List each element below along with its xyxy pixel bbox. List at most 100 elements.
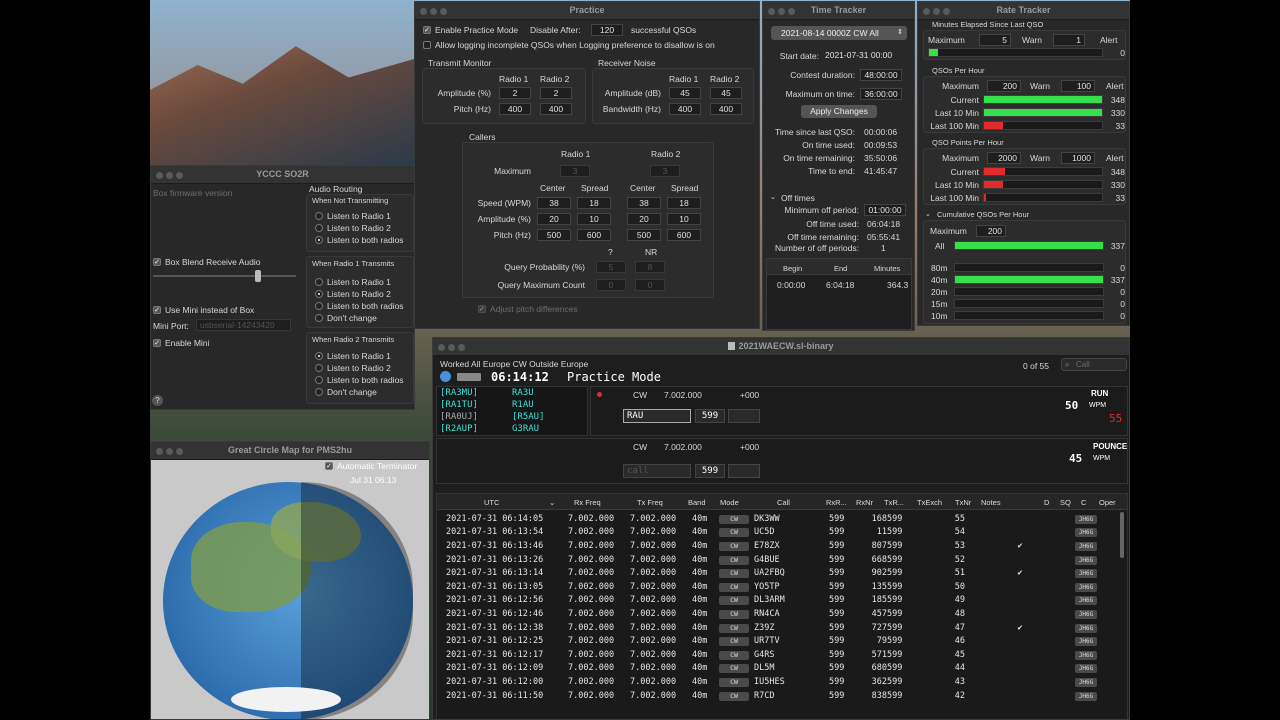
col-header[interactable]: TxR... (884, 498, 904, 507)
min-off-input[interactable]: 01:00:00 (864, 204, 906, 216)
radio-option[interactable] (315, 212, 323, 220)
table-row[interactable]: 2021-07-31 06:13:05 7.002.000 7.002.000 40m… (446, 580, 1099, 594)
allow-incomplete-checkbox[interactable] (423, 41, 431, 49)
pounce-call-input[interactable]: call (623, 464, 691, 478)
rx-bw-r1[interactable]: 400 (669, 103, 701, 115)
practice-titlebar[interactable]: Practice (415, 2, 759, 20)
table-row[interactable]: 2021-07-31 06:12:56 7.002.000 7.002.000 40m… (446, 594, 1099, 608)
query-max-nr[interactable]: 0 (635, 279, 665, 291)
oper-button[interactable]: JH6G (1075, 541, 1097, 551)
tx-pitch-r2[interactable]: 400 (540, 103, 572, 115)
log-scrollbar[interactable] (1120, 512, 1124, 558)
speed-center-r1[interactable]: 38 (537, 197, 571, 209)
table-row[interactable]: 2021-07-31 06:12:38 7.002.000 7.002.000 40m… (446, 621, 1099, 635)
pitch-spread-r1[interactable]: 600 (577, 229, 611, 241)
oper-button[interactable]: JH6G (1075, 514, 1097, 524)
oper-button[interactable]: JH6G (1075, 609, 1097, 619)
pounce-rst-input[interactable]: 599 (695, 464, 725, 478)
speed-center-r2[interactable]: 38 (627, 197, 661, 209)
oper-button[interactable]: JH6G (1075, 596, 1097, 606)
mode-popup-button[interactable]: CW (719, 664, 749, 674)
query-prob-q[interactable]: 5 (596, 261, 626, 273)
col-header[interactable]: TxExch (917, 498, 942, 507)
mode-popup-button[interactable]: CW (719, 514, 749, 524)
col-header[interactable]: Call (777, 498, 790, 507)
table-row[interactable]: 2021-07-31 06:13:14 7.002.000 7.002.000 40m… (446, 566, 1099, 580)
col-header-utc[interactable]: UTC (484, 498, 499, 507)
table-row[interactable]: 2021-07-31 06:12:17 7.002.000 7.002.000 40m… (446, 648, 1099, 662)
radio-option[interactable] (315, 314, 323, 322)
col-header[interactable]: Notes (981, 498, 1001, 507)
qpts-max-input[interactable]: 2000 (987, 152, 1021, 164)
main-titlebar[interactable]: 2021WAECW.sl-binary (433, 338, 1129, 356)
radio-option-selected[interactable] (315, 290, 323, 298)
mini-port-select[interactable]: usbserial-14243420 (196, 319, 291, 331)
col-header[interactable]: SQ (1060, 498, 1071, 507)
mode-popup-button[interactable]: CW (719, 609, 749, 619)
table-row[interactable]: 2021-07-31 06:13:46 7.002.000 7.002.000 40m… (446, 539, 1099, 553)
map-titlebar[interactable]: Great Circle Map for PMS2hu (151, 442, 429, 460)
oper-button[interactable]: JH6G (1075, 528, 1097, 538)
oper-button[interactable]: JH6G (1075, 691, 1097, 701)
blend-slider-track[interactable] (153, 275, 296, 277)
mode-popup-button[interactable]: CW (719, 596, 749, 606)
contest-select[interactable]: 2021-08-14 0000Z CW All ⇕ (771, 26, 907, 40)
cum-max-input[interactable]: 200 (976, 225, 1006, 237)
use-mini-checkbox[interactable]: ✓ (153, 306, 161, 314)
tx-amp-r1[interactable]: 2 (499, 87, 531, 99)
help-button[interactable]: ? (152, 395, 163, 406)
col-header[interactable]: Begin (783, 264, 802, 273)
rx-amp-r1[interactable]: 45 (669, 87, 701, 99)
enable-practice-checkbox[interactable]: ✓ (423, 26, 431, 34)
time-titlebar[interactable]: Time Tracker (763, 2, 914, 20)
mode-popup-button[interactable]: CW (719, 569, 749, 579)
query-prob-nr[interactable]: 8 (635, 261, 665, 273)
duration-input[interactable]: 48:00:00 (860, 69, 902, 81)
amp-center-r1[interactable]: 20 (537, 213, 571, 225)
apply-changes-button[interactable]: Apply Changes (801, 105, 877, 118)
table-row[interactable]: 2021-07-31 06:12:25 7.002.000 7.002.000 40m… (446, 634, 1099, 648)
rx-amp-r2[interactable]: 45 (710, 87, 742, 99)
oper-button[interactable]: JH6G (1075, 555, 1097, 565)
pounce-exch-input[interactable] (728, 464, 760, 478)
pitch-center-r2[interactable]: 500 (627, 229, 661, 241)
oper-button[interactable]: JH6G (1075, 569, 1097, 579)
caller-left[interactable]: [RA3MU] (440, 388, 478, 398)
speed-spread-r1[interactable]: 18 (577, 197, 611, 209)
minutes-warn-input[interactable]: 1 (1053, 34, 1085, 46)
mode-popup-button[interactable]: CW (719, 637, 749, 647)
col-header[interactable]: End (834, 264, 847, 273)
auto-terminator-checkbox[interactable]: ✓ (325, 462, 333, 470)
col-header[interactable]: D (1044, 498, 1049, 507)
disclosure-chevron-icon[interactable]: ⌄ (925, 210, 931, 218)
col-header[interactable]: Mode (720, 498, 739, 507)
amp-center-r2[interactable]: 20 (627, 213, 661, 225)
oper-button[interactable]: JH6G (1075, 637, 1097, 647)
caller-left[interactable]: [RA1TU] (440, 400, 478, 410)
oper-button[interactable]: JH6G (1075, 664, 1097, 674)
table-row[interactable]: 2021-07-31 06:12:46 7.002.000 7.002.000 40m… (446, 607, 1099, 621)
qph-warn-input[interactable]: 100 (1061, 80, 1095, 92)
caller-right[interactable]: RA3U (512, 388, 534, 398)
mode-popup-button[interactable]: CW (719, 623, 749, 633)
query-max-q[interactable]: 0 (596, 279, 626, 291)
mode-popup-button[interactable]: CW (719, 528, 749, 538)
col-header[interactable]: Oper (1099, 498, 1116, 507)
pitch-spread-r2[interactable]: 600 (667, 229, 701, 241)
radio-option[interactable] (315, 364, 323, 372)
radio-icon[interactable] (457, 373, 481, 381)
mode-popup-button[interactable]: CW (719, 677, 749, 687)
radio-option[interactable] (315, 278, 323, 286)
mode-popup-button[interactable]: CW (719, 650, 749, 660)
callers-max-r2[interactable]: 3 (650, 165, 680, 177)
run-call-input[interactable]: RAU (623, 409, 691, 423)
speed-spread-r2[interactable]: 18 (667, 197, 701, 209)
radio-option[interactable] (315, 376, 323, 384)
start-input[interactable]: 2021-07-31 00:00 (825, 50, 903, 62)
col-header[interactable]: Minutes (874, 264, 900, 273)
table-row[interactable]: 2021-07-31 06:14:05 7.002.000 7.002.000 40m… (446, 512, 1099, 526)
amp-spread-r2[interactable]: 10 (667, 213, 701, 225)
blend-checkbox[interactable]: ✓ (153, 258, 161, 266)
qph-max-input[interactable]: 200 (987, 80, 1021, 92)
adjust-pitch-checkbox[interactable]: ✓ (478, 305, 486, 313)
